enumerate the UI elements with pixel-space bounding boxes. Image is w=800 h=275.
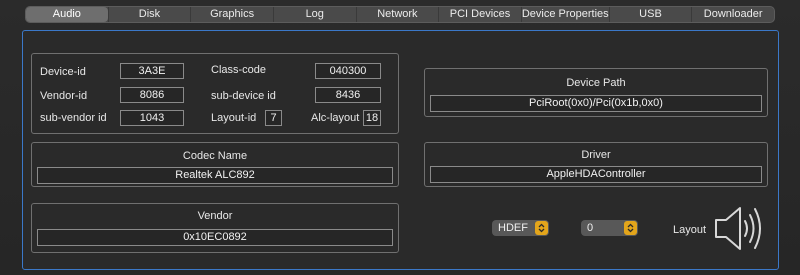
tab-usb[interactable]: USB (608, 7, 692, 22)
speaker-icon[interactable] (713, 201, 763, 256)
vendor-group: Vendor 0x10EC0892 (31, 203, 399, 253)
tab-pci-devices[interactable]: PCI Devices (438, 7, 521, 22)
hdef-popup-value: HDEF (498, 222, 528, 234)
codec-name-field[interactable]: Realtek ALC892 (37, 167, 393, 184)
chevron-updown-icon (624, 221, 637, 235)
vendor-field[interactable]: 0x10EC0892 (37, 229, 393, 246)
chevron-updown-icon (535, 221, 548, 235)
class-code-field[interactable]: 040300 (315, 63, 381, 79)
subdevice-id-label: sub-device id (211, 90, 276, 102)
subvendor-id-label: sub-vendor id (40, 112, 107, 124)
codec-name-title: Codec Name (182, 150, 248, 162)
hdef-popup[interactable]: HDEF (492, 220, 549, 236)
driver-field[interactable]: AppleHDAController (430, 166, 762, 183)
device-id-label: Device-id (40, 66, 86, 78)
alc-layout-field[interactable]: 18 (363, 110, 381, 126)
tab-disk[interactable]: Disk (107, 7, 191, 22)
device-path-field[interactable]: PciRoot(0x0)/Pci(0x1b,0x0) (430, 95, 762, 112)
driver-group: Driver AppleHDAController (424, 142, 768, 187)
audio-panel: Device-id 3A3E Vendor-id 8086 sub-vendor… (22, 30, 779, 270)
subdevice-id-field[interactable]: 8436 (315, 87, 381, 103)
layout-id-field[interactable]: 7 (265, 110, 282, 126)
tab-graphics[interactable]: Graphics (190, 7, 273, 22)
vendor-id-field[interactable]: 8086 (120, 87, 184, 103)
tab-downloader[interactable]: Downloader (691, 7, 774, 22)
ids-group: Device-id 3A3E Vendor-id 8086 sub-vendor… (31, 53, 399, 134)
class-code-label: Class-code (211, 64, 267, 76)
tab-device-properties[interactable]: Device Properties (520, 7, 609, 22)
subvendor-id-field[interactable]: 1043 (120, 110, 184, 126)
layout-label: Layout (673, 224, 707, 236)
vendor-title: Vendor (197, 210, 233, 222)
tab-bar: Audio Disk Graphics Log Network PCI Devi… (25, 6, 775, 23)
layout-popup-value: 0 (587, 222, 594, 234)
tab-audio[interactable]: Audio (26, 7, 108, 22)
alc-layout-label: Alc-layout (311, 112, 360, 124)
device-path-group: Device Path PciRoot(0x0)/Pci(0x1b,0x0) (424, 68, 768, 117)
device-id-field[interactable]: 3A3E (120, 63, 184, 79)
device-path-title: Device Path (566, 77, 626, 89)
codec-name-group: Codec Name Realtek ALC892 (31, 142, 399, 187)
layout-id-label: Layout-id (211, 112, 257, 124)
tab-network[interactable]: Network (355, 7, 439, 22)
layout-popup[interactable]: 0 (581, 220, 638, 236)
driver-title: Driver (581, 149, 611, 161)
tab-log[interactable]: Log (272, 7, 356, 22)
app-window: Audio Disk Graphics Log Network PCI Devi… (0, 0, 800, 275)
vendor-id-label: Vendor-id (40, 90, 88, 102)
